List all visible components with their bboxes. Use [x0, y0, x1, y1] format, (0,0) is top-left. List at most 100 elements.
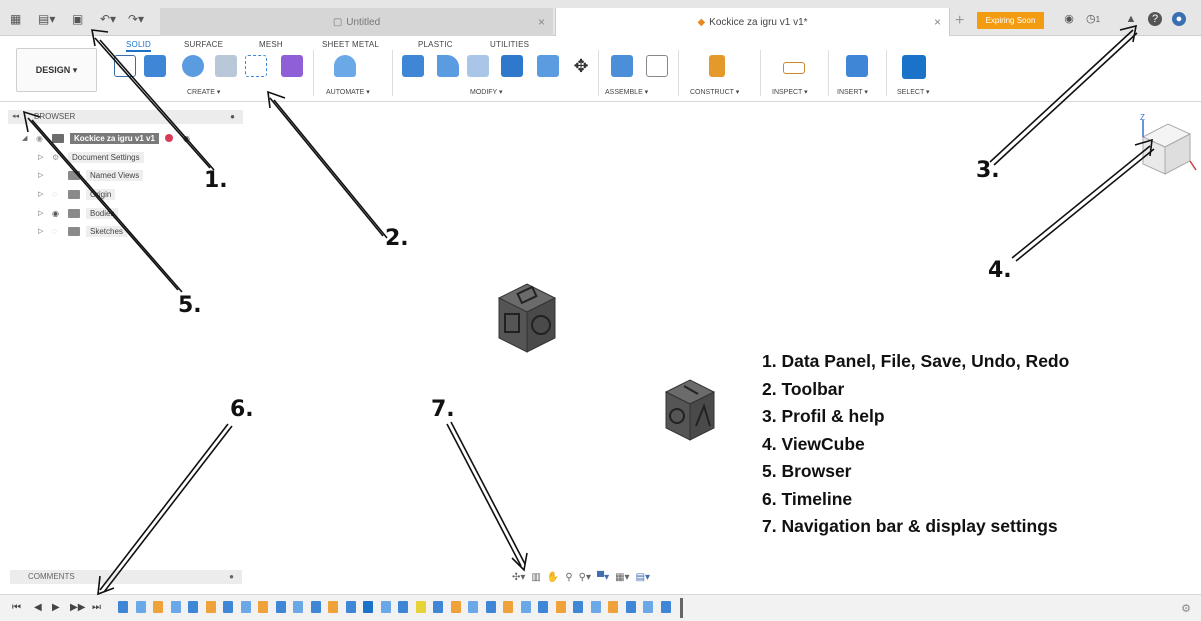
- timeline-marker[interactable]: [680, 598, 683, 618]
- extrude-icon[interactable]: [144, 55, 166, 77]
- timeline-feature[interactable]: [170, 601, 181, 613]
- tab-surface[interactable]: SURFACE: [184, 40, 223, 49]
- pin-icon[interactable]: ●: [230, 110, 235, 124]
- timeline-feature[interactable]: [643, 601, 653, 613]
- combine-icon[interactable]: [501, 55, 523, 77]
- workspace-switcher[interactable]: DESIGN ▾: [16, 48, 97, 92]
- tab-untitled[interactable]: ▢ Untitled ×: [160, 8, 553, 36]
- viewcube[interactable]: Z: [1128, 112, 1198, 182]
- timeline-prev-icon[interactable]: ◀: [34, 602, 42, 613]
- assemble-menu[interactable]: ASSEMBLE ▾: [605, 88, 648, 96]
- timeline-feature[interactable]: [240, 601, 251, 613]
- browser-item-sketches[interactable]: ▷ ◌ Sketches: [38, 223, 127, 239]
- zoom-icon[interactable]: ⚲: [565, 572, 572, 583]
- create-menu[interactable]: CREATE ▾: [187, 88, 220, 96]
- orbit-icon[interactable]: ✣▾: [512, 572, 525, 583]
- pattern-icon[interactable]: [245, 55, 267, 77]
- browser-item-bodies[interactable]: ▷ ◉ Bodies: [38, 205, 119, 221]
- timeline-feature[interactable]: [205, 601, 216, 613]
- hole-icon[interactable]: [215, 55, 237, 77]
- undo-icon[interactable]: ↶▾: [100, 10, 116, 28]
- redo-icon[interactable]: ↷▾: [128, 10, 144, 28]
- timeline-feature[interactable]: [363, 601, 373, 613]
- timeline-feature[interactable]: [555, 601, 566, 613]
- eye-hidden-icon[interactable]: ◌: [52, 190, 68, 199]
- tab-solid[interactable]: SOLID: [126, 40, 152, 52]
- timeline-start-icon[interactable]: ⏮: [12, 602, 21, 613]
- new-component-icon[interactable]: [611, 55, 633, 77]
- pin-icon[interactable]: ●: [229, 570, 234, 584]
- timeline-feature[interactable]: [433, 601, 443, 613]
- revolve-icon[interactable]: [182, 55, 204, 77]
- tab-utilities[interactable]: UTILITIES: [490, 40, 529, 49]
- expiring-soon-button[interactable]: Expiring Soon: [977, 12, 1044, 29]
- timeline-end-icon[interactable]: ⏭: [92, 602, 101, 613]
- close-icon[interactable]: ×: [934, 15, 941, 29]
- move-icon[interactable]: ✥: [570, 55, 592, 77]
- timeline-play-icon[interactable]: ▶: [52, 602, 60, 613]
- tab-mesh[interactable]: MESH: [259, 40, 283, 49]
- timeline-feature[interactable]: [135, 601, 146, 613]
- automate-icon[interactable]: [334, 55, 356, 77]
- timeline-feature[interactable]: [660, 601, 671, 613]
- expand-icon[interactable]: ▷: [38, 227, 52, 235]
- timeline-feature[interactable]: [625, 601, 636, 613]
- timeline-feature[interactable]: [538, 601, 548, 613]
- job-status-icon[interactable]: ◉: [1062, 12, 1076, 26]
- expand-icon[interactable]: ▷: [38, 171, 52, 179]
- plane-icon[interactable]: [709, 55, 725, 77]
- browser-item-document-settings[interactable]: ▷ ⚙ Document Settings: [38, 149, 144, 165]
- profile-icon[interactable]: ●: [1172, 12, 1186, 26]
- file-icon[interactable]: ▤▾: [38, 10, 55, 28]
- timeline-feature[interactable]: [415, 601, 426, 613]
- expand-icon[interactable]: ▷: [38, 190, 52, 198]
- expand-icon[interactable]: ▷: [38, 153, 52, 161]
- timeline-feature[interactable]: [275, 601, 286, 613]
- look-at-icon[interactable]: ▥: [531, 572, 540, 583]
- bell-icon[interactable]: ▲: [1124, 12, 1138, 26]
- collapse-icon[interactable]: ◂◂: [12, 110, 19, 124]
- display-settings-icon[interactable]: ▀▾: [597, 572, 609, 583]
- press-pull-icon[interactable]: [402, 55, 424, 77]
- save-icon[interactable]: ▣: [72, 10, 83, 28]
- construct-menu[interactable]: CONSTRUCT ▾: [690, 88, 739, 96]
- tab-kockice[interactable]: ◆ Kockice za igru v1 v1* ×: [555, 8, 950, 36]
- timeline-feature[interactable]: [520, 601, 531, 613]
- automate-menu[interactable]: AUTOMATE ▾: [326, 88, 370, 96]
- comments-panel[interactable]: COMMENTS ●: [10, 570, 242, 584]
- grid-icon[interactable]: ▦: [10, 10, 21, 28]
- joint-icon[interactable]: [646, 55, 668, 77]
- pan-icon[interactable]: ✋: [547, 572, 559, 583]
- notifications-button[interactable]: ◷1: [1086, 12, 1112, 26]
- dice-model[interactable]: [662, 376, 722, 446]
- inspect-menu[interactable]: INSPECT ▾: [772, 88, 808, 96]
- expand-icon[interactable]: ▷: [38, 209, 52, 217]
- browser-item-origin[interactable]: ▷ ◌ Origin: [38, 186, 116, 202]
- split-icon[interactable]: [537, 55, 559, 77]
- gear-icon[interactable]: ⚙: [1181, 602, 1191, 615]
- tab-plastic[interactable]: PLASTIC: [418, 40, 453, 49]
- timeline-feature[interactable]: [153, 601, 163, 613]
- timeline-feature[interactable]: [345, 601, 356, 613]
- eye-icon[interactable]: ◉: [52, 209, 68, 218]
- timeline-feature[interactable]: [503, 601, 513, 613]
- eye-icon[interactable]: ◉: [36, 134, 52, 143]
- timeline-feature[interactable]: [398, 601, 408, 613]
- timeline-next-icon[interactable]: ▶▶: [70, 602, 85, 613]
- timeline-feature[interactable]: [310, 601, 321, 613]
- select-icon[interactable]: [902, 55, 926, 79]
- timeline-feature[interactable]: [258, 601, 268, 613]
- timeline-feature[interactable]: [485, 601, 496, 613]
- fit-icon[interactable]: ⚲▾: [579, 572, 591, 583]
- timeline-feature[interactable]: [468, 601, 478, 613]
- activate-radio-icon[interactable]: ◉: [183, 134, 190, 143]
- shell-icon[interactable]: [467, 55, 489, 77]
- eye-hidden-icon[interactable]: ◌: [52, 227, 68, 236]
- new-tab-icon[interactable]: +: [955, 12, 964, 30]
- sketch-icon[interactable]: [114, 55, 136, 77]
- fillet-icon[interactable]: [437, 55, 459, 77]
- timeline-feature[interactable]: [573, 601, 583, 613]
- viewports-icon[interactable]: ▤▾: [636, 572, 650, 583]
- timeline-feature[interactable]: [188, 601, 198, 613]
- timeline-feature[interactable]: [380, 601, 391, 613]
